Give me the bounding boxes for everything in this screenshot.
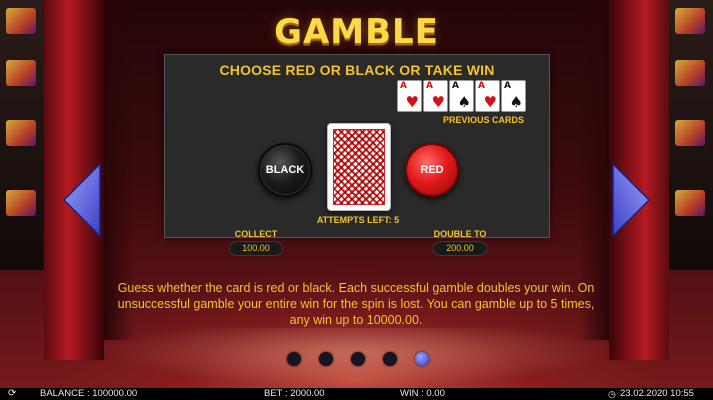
previous-card: A ♠ — [501, 80, 526, 112]
previous-cards-label: PREVIOUS CARDS — [442, 115, 524, 125]
panel-heading: CHOOSE RED OR BLACK OR TAKE WIN — [219, 62, 495, 78]
black-button[interactable]: BLACK — [258, 143, 312, 197]
attempts-left: ATTEMPTS LEFT: 5 — [316, 215, 400, 225]
card-rank: A — [504, 81, 511, 91]
bet-readout: BET : 2000.00 — [264, 388, 325, 399]
heart-suit-icon: ♥ — [483, 93, 497, 111]
previous-card: A ♥ — [423, 80, 448, 112]
spade-suit-icon: ♠ — [509, 93, 523, 111]
card-back-pattern — [333, 129, 385, 205]
previous-card: A ♠ — [449, 80, 474, 112]
pagination-dots — [287, 352, 429, 366]
status-bar: ⟳ BALANCE : 100000.00 BET : 2000.00 WIN … — [0, 388, 713, 400]
page-dot[interactable] — [383, 352, 397, 366]
double-to-value: 200.00 — [433, 241, 487, 256]
page-dot[interactable] — [351, 352, 365, 366]
triangle-right-icon — [612, 162, 651, 238]
gamble-title: GAMBLE — [274, 12, 439, 52]
next-page-arrow[interactable] — [611, 162, 651, 238]
previous-card: A ♥ — [475, 80, 500, 112]
page-dot[interactable] — [415, 352, 429, 366]
collect-label: COLLECT — [234, 229, 278, 239]
previous-card: A ♥ — [397, 80, 422, 112]
clock-icon: ◷ — [608, 389, 616, 399]
previous-cards: A ♥ A ♥ A ♠ A ♥ A ♠ — [397, 80, 526, 112]
triangle-left-icon — [62, 162, 101, 238]
red-button[interactable]: RED — [405, 143, 459, 197]
win-readout: WIN : 0.00 — [400, 388, 445, 399]
card-rank: A — [426, 81, 433, 91]
refresh-icon[interactable]: ⟳ — [8, 388, 16, 400]
page-dot[interactable] — [319, 352, 333, 366]
rules-description: Guess whether the card is red or black. … — [117, 281, 595, 327]
balance-readout: BALANCE : 100000.00 — [40, 388, 138, 399]
black-button-label: BLACK — [265, 164, 305, 176]
gamble-panel: CHOOSE RED OR BLACK OR TAKE WIN A ♥ A ♥ A ♠ A ♥… — [164, 54, 550, 256]
red-button-label: RED — [420, 164, 444, 176]
datetime-readout: 23.02.2020 10:55 — [620, 388, 694, 399]
heart-suit-icon: ♥ — [431, 93, 445, 111]
page-dot[interactable] — [287, 352, 301, 366]
card-rank: A — [400, 81, 407, 91]
previous-page-arrow[interactable] — [62, 162, 102, 238]
heart-suit-icon: ♥ — [405, 93, 419, 111]
card-rank: A — [452, 81, 459, 91]
spade-suit-icon: ♠ — [457, 93, 471, 111]
double-to-label: DOUBLE TO — [433, 229, 487, 239]
collect-button[interactable]: 100.00 — [229, 241, 283, 256]
face-down-card — [327, 123, 391, 211]
card-rank: A — [478, 81, 485, 91]
